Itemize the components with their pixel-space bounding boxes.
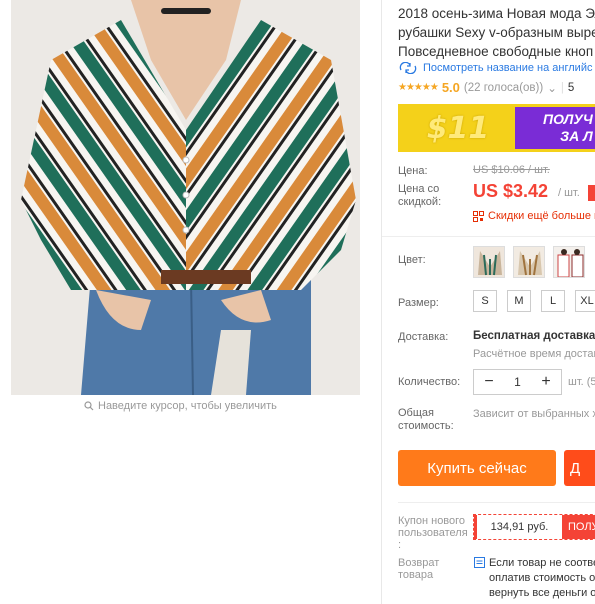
product-title: 2018 осень-зима Новая мода Эл рубашки Se… [398, 4, 595, 61]
color-swatch[interactable] [513, 246, 545, 278]
magnifier-icon [84, 401, 94, 411]
quantity-unit: шт. (5 [568, 376, 595, 388]
shipping-estimate: Расчётное время достав [473, 348, 595, 360]
shipping-method[interactable]: Бесплатная доставка в [473, 330, 595, 342]
product-title-line: Повседневное свободные кноп [398, 44, 594, 59]
product-main-image[interactable] [11, 0, 360, 395]
promo-amount: $11 [401, 107, 515, 149]
promo-banner[interactable]: $11 ПОЛУЧ ЗА Л [398, 104, 595, 152]
coupon-amount: 134,91 руб. [474, 515, 562, 539]
quantity-decrease-button[interactable]: − [482, 374, 496, 390]
returns-label: Возврат товара [398, 557, 440, 581]
returns-policy-line: вернуть все деньги о комп [489, 587, 595, 599]
color-label: Цвет: [398, 254, 426, 266]
color-swatch[interactable] [553, 246, 585, 278]
new-user-coupon[interactable]: 134,91 руб. ПОЛУ [473, 514, 595, 540]
color-swatch-image [474, 247, 504, 277]
chevron-down-icon: ⌄ [547, 82, 557, 95]
quantity-label: Количество: [398, 376, 461, 388]
size-option-s[interactable]: S [473, 290, 497, 312]
price-label: Цена: [398, 165, 428, 177]
rating-votes: (22 голоса(ов)) [463, 81, 544, 94]
qr-code-icon [473, 210, 484, 222]
section-divider [382, 236, 595, 237]
discount-price-label: Цена со скидкой: [398, 183, 442, 208]
original-price: US $10.06 / шт. [473, 164, 550, 176]
translate-title-link[interactable]: Посмотреть название на английс [398, 62, 592, 74]
orders-count: 5 [567, 81, 575, 94]
product-rating[interactable]: ★★★★★ 5.0 (22 голоса(ов)) ⌄ | 5 [398, 80, 574, 95]
size-option-l[interactable]: L [541, 290, 565, 312]
new-user-coupon-label: Купон нового пользователя : [398, 515, 468, 551]
price-unit: / шт. [558, 187, 580, 199]
quantity-increase-button[interactable]: + [539, 374, 553, 390]
total-value: Зависит от выбранных х [473, 408, 595, 420]
zoom-hint: Наведите курсор, чтобы увеличить [84, 400, 277, 412]
product-gallery: Наведите курсор, чтобы увеличить [0, 0, 380, 420]
more-discounts-link[interactable]: Скидки ещё больше г [473, 210, 595, 222]
color-swatches [473, 246, 585, 278]
returns-policy-line: Если товар не соотве [489, 557, 595, 569]
shipping-label: Доставка: [398, 331, 449, 343]
color-swatch-image [514, 247, 544, 277]
product-title-line: рубашки Sexy v-образным выре [398, 25, 595, 40]
add-to-cart-button[interactable]: Д [564, 450, 595, 486]
discount-badge [588, 185, 595, 201]
star-rating-icon: ★★★★★ [398, 82, 439, 93]
translate-icon [399, 62, 417, 74]
panel-divider [381, 0, 382, 604]
promo-text-line: ПОЛУЧ [543, 111, 593, 127]
more-discounts-text: Скидки ещё больше г [488, 210, 595, 222]
size-options: S M L XL [473, 290, 595, 312]
quantity-input[interactable]: 1 [514, 375, 521, 389]
section-divider [398, 502, 595, 503]
document-icon [474, 557, 485, 568]
promo-text-line: ЗА Л [560, 128, 593, 144]
total-label: Общая стоимость: [398, 407, 454, 432]
quantity-stepper: − 1 + [473, 369, 562, 395]
product-title-line: 2018 осень-зима Новая мода Эл [398, 6, 595, 21]
size-option-m[interactable]: M [507, 290, 531, 312]
color-swatch[interactable] [473, 246, 505, 278]
rating-separator: | [560, 81, 564, 94]
zoom-hint-text: Наведите курсор, чтобы увеличить [98, 400, 277, 412]
striped-shirt-photo [11, 0, 360, 395]
get-coupon-button[interactable]: ПОЛУ [562, 515, 595, 539]
current-price: US $3.42 [473, 181, 549, 201]
color-swatch-image [554, 247, 584, 277]
returns-policy-line: оплатив стоимость о [489, 572, 595, 584]
size-option-xl[interactable]: XL [575, 290, 595, 312]
buy-now-button[interactable]: Купить сейчас [398, 450, 556, 486]
size-label: Размер: [398, 297, 439, 309]
translate-link-text: Посмотреть название на английс [423, 62, 593, 74]
promo-text: ПОЛУЧ ЗА Л [543, 111, 593, 145]
rating-score: 5.0 [441, 80, 460, 95]
returns-policy: Если товар не соотве оплатив стоимость о… [489, 556, 595, 601]
